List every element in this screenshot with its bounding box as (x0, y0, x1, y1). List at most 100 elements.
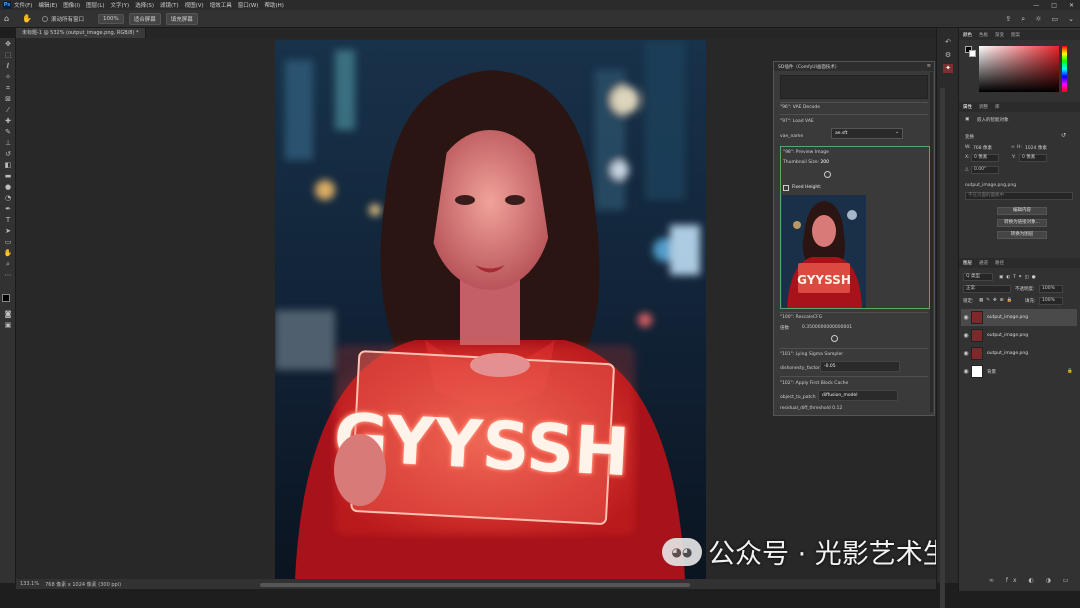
menu-layer[interactable]: 图层(L) (86, 1, 104, 9)
lock-icons[interactable]: ▦✎✥⊞🔒 (979, 298, 1015, 303)
minimize-button[interactable]: — (1033, 2, 1039, 9)
eye-icon[interactable]: ◉ (961, 314, 971, 321)
eye-icon[interactable]: ◉ (961, 350, 971, 357)
menu-plugins[interactable]: 增效工具 (210, 1, 232, 9)
tab-layers[interactable]: 图层 (963, 260, 972, 266)
crop-tool-icon[interactable]: ⌗ (3, 84, 13, 93)
screen-mode-icon[interactable]: ▣ (3, 321, 13, 330)
angle-field[interactable]: 0.00° (971, 166, 999, 174)
blur-tool-icon[interactable]: ● (3, 183, 13, 192)
dishonesty-input[interactable]: -0.05 (820, 361, 900, 372)
hue-slider[interactable] (1062, 46, 1067, 92)
close-button[interactable]: ✕ (1069, 2, 1074, 9)
marquee-tool-icon[interactable]: ⬚ (3, 51, 13, 60)
fit-screen-button[interactable]: 适合屏幕 (128, 12, 161, 25)
fixed-height-checkbox[interactable] (783, 185, 789, 191)
linked-file-field[interactable]: 不在页面的面板中 (965, 192, 1073, 200)
sd-plugin-title[interactable]: SD插件（ComfyUI画面技术） (774, 62, 934, 71)
vae-name-select[interactable]: ae.sft ⌄ (831, 128, 903, 139)
tab-patterns[interactable]: 图案 (1011, 32, 1020, 38)
scroll-all-checkbox[interactable] (41, 15, 48, 22)
zoom-tool-icon[interactable]: ⌕ (3, 260, 13, 269)
menu-filter[interactable]: 滤镜(T) (160, 1, 179, 9)
horizontal-scrollbar[interactable] (260, 583, 690, 587)
tab-swatches[interactable]: 色板 (979, 32, 988, 38)
link-icon[interactable]: ∞ (1011, 145, 1015, 150)
path-select-icon[interactable]: ➤ (3, 227, 13, 236)
menu-select[interactable]: 选择(S) (135, 1, 154, 9)
x-field[interactable]: 0 像素 (971, 154, 999, 162)
hand-tool-icon[interactable]: ✋ (3, 249, 13, 258)
pen-tool-icon[interactable]: ✒ (3, 205, 13, 214)
menu-view[interactable]: 视图(V) (185, 1, 204, 9)
tab-gradients[interactable]: 渐变 (995, 32, 1004, 38)
gradient-tool-icon[interactable]: ▬ (3, 172, 13, 181)
rectangle-tool-icon[interactable]: ▭ (3, 238, 13, 247)
history-icon[interactable]: ↶ (943, 38, 953, 47)
chevron-down-icon[interactable]: ⌄ (1068, 15, 1074, 23)
object-input[interactable]: diffusion_model (818, 390, 898, 401)
history-brush-icon[interactable]: ↺ (3, 150, 13, 159)
stamp-tool-icon[interactable]: ⊥ (3, 139, 13, 148)
fill-field[interactable]: 100% (1039, 297, 1063, 305)
preview-thumbnail[interactable]: GYYSSH (782, 195, 866, 308)
more-tools-icon[interactable]: ⋯ (3, 271, 13, 280)
layer-filter-select[interactable]: Q 类型 (963, 273, 993, 281)
eye-icon[interactable]: ◉ (961, 368, 971, 375)
layer-row[interactable]: ◉ 背景 🔒 (961, 363, 1077, 380)
layer-row[interactable]: ◉ output_image.png (961, 309, 1077, 326)
dodge-tool-icon[interactable]: ◔ (3, 194, 13, 203)
panel-menu-icon[interactable]: ≡ (927, 63, 931, 69)
layer-row[interactable]: ◉ output_image.png (961, 345, 1077, 362)
lasso-tool-icon[interactable]: ℓ (3, 62, 13, 71)
filter-icons[interactable]: ▣◐T⌗◫● (999, 274, 1039, 280)
workspace-icon[interactable]: ▭ (1052, 15, 1059, 23)
healing-brush-icon[interactable]: ✚ (3, 117, 13, 126)
w-value[interactable]: 768 像素 (973, 145, 992, 151)
foreground-color-swatch[interactable] (2, 294, 10, 302)
type-tool-icon[interactable]: T (3, 216, 13, 225)
convert-linked-button[interactable]: 转换为链接对象... (997, 219, 1047, 227)
home-icon[interactable]: ⌂ (4, 14, 14, 23)
edit-contents-button[interactable]: 编辑内容 (997, 207, 1047, 215)
y-field[interactable]: 0 像素 (1019, 154, 1047, 162)
quick-mask-icon[interactable]: ◙ (3, 310, 13, 319)
menu-help[interactable]: 帮助(H) (264, 1, 283, 9)
convert-layer-button[interactable]: 转换为图层 (997, 231, 1047, 239)
color-field[interactable] (979, 46, 1059, 92)
search-icon[interactable]: ⌕ (1021, 15, 1025, 24)
tab-channels[interactable]: 通道 (979, 260, 988, 266)
panel-scrollbar[interactable] (930, 72, 933, 412)
zoom-status[interactable]: 133.1% (20, 581, 39, 587)
tab-color[interactable]: 颜色 (963, 32, 972, 38)
menu-window[interactable]: 窗口(W) (238, 1, 259, 9)
move-tool-icon[interactable]: ✥ (3, 40, 13, 49)
tab-adjustments[interactable]: 调整 (979, 104, 988, 110)
canvas-vertical-scrollbar[interactable] (940, 88, 945, 608)
document-image[interactable]: GYYSSH GYYSSH (275, 40, 706, 580)
properties-icon[interactable]: ⚙ (943, 51, 953, 60)
h-value[interactable]: 1024 像素 (1025, 145, 1047, 151)
eraser-tool-icon[interactable]: ◧ (3, 161, 13, 170)
layer-actions[interactable]: ∞ fx ◐ ◑ ▭ ⊞ 🗑 (989, 577, 1080, 584)
layer-row[interactable]: ◉ output_image.png (961, 327, 1077, 344)
frame-tool-icon[interactable]: ⊠ (3, 95, 13, 104)
thumb-size-slider[interactable] (824, 171, 831, 178)
brush-tool-icon[interactable]: ✎ (3, 128, 13, 137)
hand-tool-icon[interactable]: ✋ (22, 14, 32, 23)
maximize-button[interactable]: □ (1051, 2, 1057, 9)
document-tab[interactable]: 未标题-1 @ 532% (output_image.png, RGB/8) * (16, 28, 146, 38)
menu-type[interactable]: 文字(Y) (111, 1, 130, 9)
tab-properties[interactable]: 属性 (963, 104, 972, 110)
eye-icon[interactable]: ◉ (961, 332, 971, 339)
multiplier-slider[interactable] (831, 335, 838, 342)
discover-icon[interactable]: ☼ (1035, 15, 1041, 23)
zoom-100-button[interactable]: 100% (97, 13, 124, 24)
background-swatch[interactable] (969, 50, 976, 57)
menu-edit[interactable]: 编辑(E) (38, 1, 57, 9)
menu-file[interactable]: 文件(F) (14, 1, 32, 9)
fill-screen-button[interactable]: 填充屏幕 (165, 12, 198, 25)
reset-icon[interactable]: ↺ (1061, 132, 1066, 139)
plugin-icon[interactable]: ✦ (943, 64, 953, 73)
eyedropper-icon[interactable]: ⁄ (3, 106, 13, 115)
